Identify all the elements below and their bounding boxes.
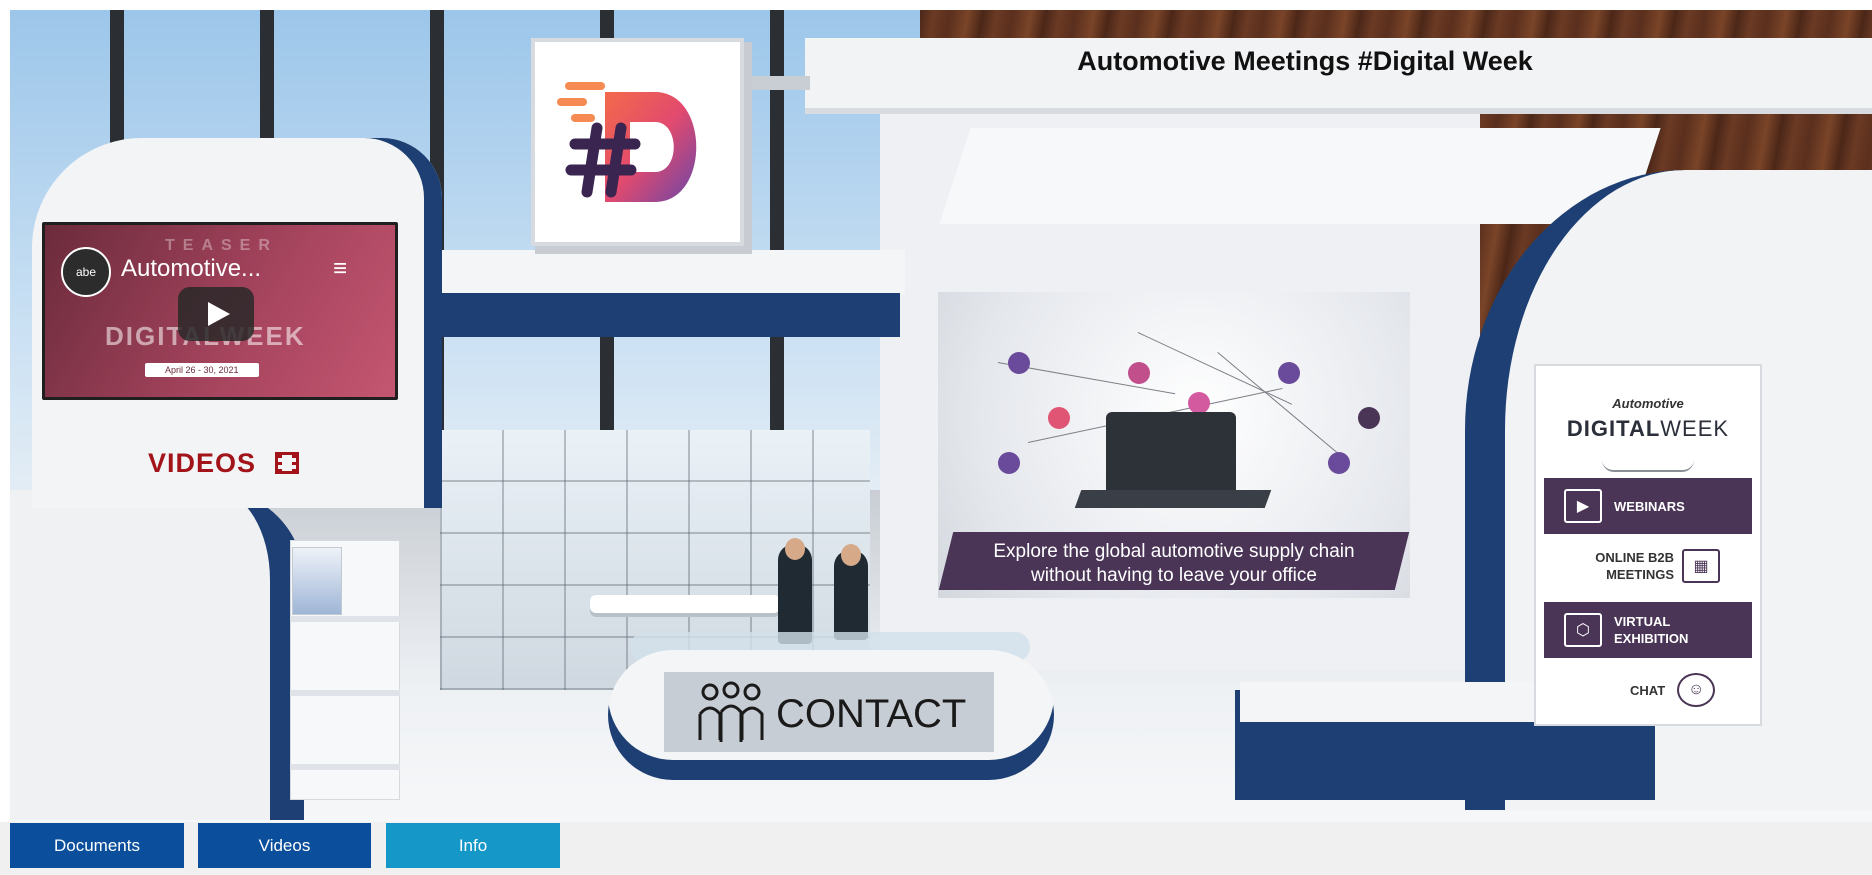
stand-shelf [290,616,400,622]
poster-item-label: WEBINARS [1614,498,1685,514]
stand-shelf [290,690,400,696]
contact-label[interactable]: CONTACT [776,692,966,737]
booth-beam [415,250,905,294]
network-node-icon [1278,362,1300,384]
poster-logo-top: Automotive [1612,396,1684,411]
play-icon[interactable] [178,287,254,341]
sign-arm [740,76,810,90]
event-poster[interactable]: Automotive DIGITALWEEK ▶ WEBINARS ONLINE… [1536,366,1760,724]
laptop-icon: ▶ [1564,489,1602,523]
booth-scene: TEASER abe Automotive... ≡ DIGITALWEEK A… [10,10,1872,822]
video-overlay-date: April 26 - 30, 2021 [145,363,259,377]
poster-item-label: ONLINE B2B MEETINGS [1595,550,1674,582]
hashtag-d-logo-icon [557,82,697,202]
staff-head [841,544,861,566]
tagline-line-1: Explore the global automotive supply cha… [993,541,1355,562]
vehicles-icon [1602,448,1694,472]
video-overlay-teaser: TEASER [165,237,278,254]
video-player[interactable]: TEASER abe Automotive... ≡ DIGITALWEEK A… [42,222,398,400]
booth-title: Automotive Meetings #Digital Week [1077,46,1533,76]
network-node-icon [1328,452,1350,474]
tab-info[interactable]: Info [386,823,560,868]
poster-item-virtual-exhibition: ⬡ VIRTUAL EXHIBITION [1544,602,1752,658]
network-node-icon [1128,362,1150,384]
tagline-line-2: without having to leave your office [1031,565,1317,586]
network-node-icon [1188,392,1210,414]
network-node-icon [1048,407,1070,429]
video-title[interactable]: Automotive... [121,255,261,283]
people-icon-svg [698,681,764,742]
laptop-icon [1106,412,1236,492]
poster-item-label: CHAT [1630,682,1666,698]
center-display[interactable]: Explore the global automotive supply cha… [938,292,1410,598]
tagline: Explore the global automotive supply cha… [938,540,1410,588]
poster-item-label: VIRTUAL EXHIBITION [1614,614,1689,646]
poster-logo: DIGITALWEEK [1536,416,1760,442]
meeting-table [590,595,780,613]
network-node-icon [998,452,1020,474]
poster-item-webinars: ▶ WEBINARS [1544,478,1752,534]
digital-week-logo [535,42,740,242]
meeting-grid-icon: ▦ [1682,549,1720,583]
channel-avatar[interactable]: abe [61,247,111,297]
brochure-flyer[interactable] [292,547,342,615]
tab-videos[interactable]: Videos [198,823,371,868]
tab-documents[interactable]: Documents [10,823,184,868]
stand-shelf [290,764,400,770]
videos-label: VIDEOS [148,448,257,478]
ceiling-bar [939,128,1661,224]
booth-beam-blue [420,293,900,337]
film-icon [274,452,299,474]
poster-item-b2b-meetings: ONLINE B2B MEETINGS ▦ [1544,538,1752,594]
exhibition-icon: ⬡ [1564,613,1602,647]
videos-link[interactable]: VIDEOS [148,448,299,479]
staff-head [785,538,805,560]
poster-logo-suffix: WEEK [1660,416,1730,441]
network-node-icon [1008,352,1030,374]
poster-logo-main: DIGITAL [1566,416,1661,441]
laptop-base [1074,490,1272,508]
poster-item-chat: CHAT ☺ [1544,662,1752,718]
playlist-icon[interactable]: ≡ [333,255,347,283]
left-arch [10,490,304,820]
booth-view: TEASER abe Automotive... ≡ DIGITALWEEK A… [0,0,1872,875]
people-icon [696,680,766,755]
chat-icon: ☺ [1677,673,1716,707]
network-node-icon [1358,407,1380,429]
channel-badge-text: abe [75,265,97,279]
